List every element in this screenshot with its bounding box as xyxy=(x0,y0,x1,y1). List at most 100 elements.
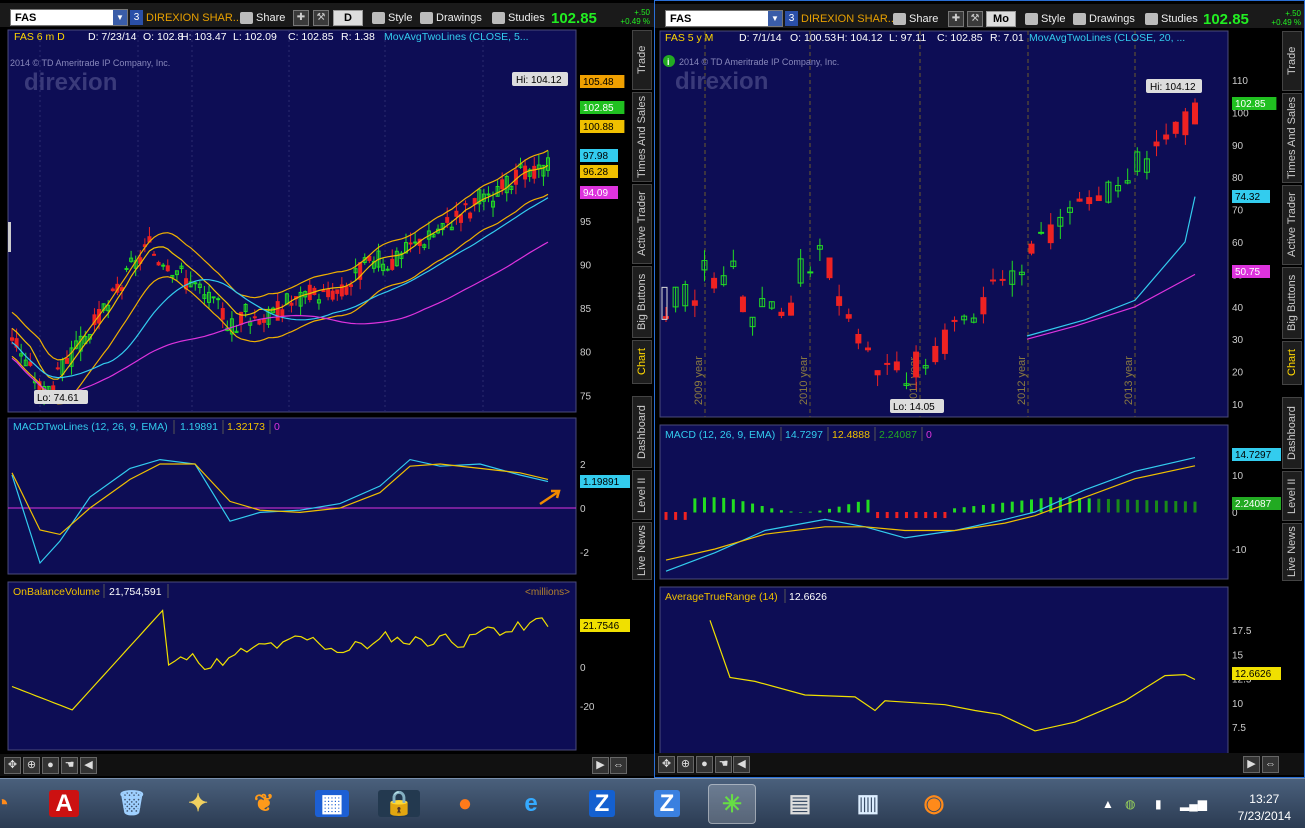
studies-button[interactable]: Studies xyxy=(1143,11,1198,28)
clock[interactable]: 13:27 7/23/2014 xyxy=(1238,791,1291,825)
price-axis-label: 80 xyxy=(1232,173,1244,184)
ohlc-range: R: 1.38 xyxy=(341,31,375,43)
atr-axis-label: 7.5 xyxy=(1232,723,1246,734)
taskbar-app-button[interactable]: Z xyxy=(578,784,626,824)
show-hidden-icons-icon[interactable]: ▲ xyxy=(1102,797,1114,811)
tab-dashboard[interactable]: Dashboard xyxy=(632,396,652,468)
taskbar-app-button[interactable]: ❦ xyxy=(240,784,288,824)
macd-histogram-bar xyxy=(789,511,793,513)
pan-icon[interactable]: ✥ xyxy=(658,756,675,773)
zoom-icon[interactable]: ⊕ xyxy=(23,757,40,774)
candle-body xyxy=(932,345,939,363)
tab-trade[interactable]: Trade xyxy=(632,30,652,90)
scroll-right-icon[interactable]: ▶ xyxy=(1243,756,1260,773)
battery-icon[interactable]: ▮ xyxy=(1155,797,1162,811)
tab-dashboard[interactable]: Dashboard xyxy=(1282,397,1302,469)
taskbar-app-button[interactable]: ✦ xyxy=(174,784,222,824)
tab-live-news[interactable]: Live News xyxy=(1282,523,1302,581)
candle-body xyxy=(532,165,537,179)
scroll-left-icon[interactable]: ◀ xyxy=(80,757,97,774)
candle-body xyxy=(855,333,862,344)
tab-times-and-sales[interactable]: Times And Sales xyxy=(632,92,652,182)
share-button[interactable]: Share xyxy=(238,10,285,27)
macd-panel xyxy=(7,417,577,575)
hand-icon[interactable]: ☚ xyxy=(61,757,78,774)
tab-times-and-sales[interactable]: Times And Sales xyxy=(1282,93,1302,183)
start-orb-icon[interactable]: ◔ xyxy=(0,784,26,824)
tools-icon[interactable]: ✚ xyxy=(293,10,309,26)
taskbar-app-button[interactable]: ▤ xyxy=(776,784,824,824)
sphere-icon[interactable]: ● xyxy=(696,756,713,773)
expand-icon[interactable]: ⇔ xyxy=(1262,756,1279,773)
macd-value-1: 14.7297 xyxy=(785,429,823,441)
taskbar-app-button[interactable]: ▥ xyxy=(844,784,892,824)
tab-big-buttons[interactable]: Big Buttons xyxy=(1282,267,1302,339)
taskbar-app-button[interactable]: ✳ xyxy=(708,784,756,824)
tools-icon[interactable]: ✚ xyxy=(948,11,964,27)
macd-histogram-bar xyxy=(962,507,966,513)
drawings-button[interactable]: Drawings xyxy=(418,10,482,27)
obv-axis-label: -20 xyxy=(580,702,595,713)
symbol-input[interactable]: FAS ▼ xyxy=(10,9,128,26)
share-button[interactable]: Share xyxy=(891,11,938,28)
wrench-icon[interactable]: ⚒ xyxy=(313,10,329,26)
candle-body xyxy=(836,296,843,306)
tab-big-buttons[interactable]: Big Buttons xyxy=(632,266,652,338)
tab-active-trader[interactable]: Active Trader xyxy=(1282,185,1302,265)
signal-icon[interactable]: ▂▄▆ xyxy=(1180,797,1207,811)
taskbar-app-button[interactable]: ● xyxy=(441,784,489,824)
taskbar-app-button[interactable]: A xyxy=(40,784,88,824)
taskbar-app-button[interactable]: Z xyxy=(643,784,691,824)
hand-icon[interactable]: ☚ xyxy=(715,756,732,773)
z-app-2-icon: Z xyxy=(653,790,681,817)
taskbar-app-button[interactable]: 🗑 xyxy=(108,784,156,824)
network-status-icon[interactable]: ◍ xyxy=(1125,797,1135,811)
taskbar-app-button[interactable]: ▦ xyxy=(308,784,356,824)
style-button[interactable]: Style xyxy=(370,10,412,27)
candle-body xyxy=(1028,243,1035,254)
taskbar-app-button[interactable]: e xyxy=(507,784,555,824)
tab-level-ii[interactable]: Level II xyxy=(632,470,652,520)
aggregation-button[interactable]: Mo xyxy=(986,11,1016,27)
macd-histogram-bar xyxy=(991,503,995,513)
pan-icon[interactable]: ✥ xyxy=(4,757,21,774)
chevron-down-icon[interactable]: ▼ xyxy=(113,10,127,25)
symbol-input[interactable]: FAS ▼ xyxy=(665,10,783,27)
macd-histogram-bar xyxy=(837,506,841,513)
aggregation-button[interactable]: D xyxy=(333,10,363,26)
tab-chart[interactable]: Chart xyxy=(1282,341,1302,385)
taskbar-app-button[interactable]: ◉ xyxy=(910,784,958,824)
sphere-icon[interactable]: ● xyxy=(42,757,59,774)
expand-icon[interactable]: ⇔ xyxy=(610,757,627,774)
candle-body xyxy=(463,203,468,206)
studies-button[interactable]: Studies xyxy=(490,10,545,27)
ohlc-close: C: 102.85 xyxy=(937,32,983,44)
chart-area[interactable]: FAS 5 y M D: 7/1/14 O: 100.53 H: 104.12 L: 9… xyxy=(655,27,1281,775)
share-icon xyxy=(240,12,253,24)
scroll-right-icon[interactable]: ▶ xyxy=(592,757,609,774)
tab-chart[interactable]: Chart xyxy=(632,340,652,384)
scroll-left-icon[interactable]: ◀ xyxy=(733,756,750,773)
drawings-button[interactable]: Drawings xyxy=(1071,11,1135,28)
link-group-badge[interactable]: 3 xyxy=(130,10,143,25)
chart-period-label: FAS 6 m D xyxy=(14,31,65,43)
ohlc-open: O: 102.8 xyxy=(143,31,183,43)
tab-live-news[interactable]: Live News xyxy=(632,522,652,580)
chart-area[interactable]: FAS 6 m D D: 7/23/14 O: 102.8H: 103.47 L: 1… xyxy=(0,26,630,774)
candle-body xyxy=(390,258,395,270)
style-button[interactable]: Style xyxy=(1023,11,1065,28)
studies-label: Studies xyxy=(508,12,545,24)
drawings-label: Drawings xyxy=(436,12,482,24)
wrench-icon[interactable]: ⚒ xyxy=(967,11,983,27)
atr-badge: 12.6626 xyxy=(1235,669,1272,680)
macd-histogram-bar xyxy=(808,511,812,513)
chevron-down-icon[interactable]: ▼ xyxy=(768,11,782,26)
tab-active-trader[interactable]: Active Trader xyxy=(632,184,652,264)
macd-value-3: 0 xyxy=(274,421,280,433)
taskbar-app-button[interactable]: 🔒 xyxy=(375,784,423,824)
tab-trade[interactable]: Trade xyxy=(1282,31,1302,91)
tab-level-ii[interactable]: Level II xyxy=(1282,471,1302,521)
zoom-icon[interactable]: ⊕ xyxy=(677,756,694,773)
link-group-badge[interactable]: 3 xyxy=(785,11,798,26)
ohlc-low: L: 102.09 xyxy=(233,31,277,43)
